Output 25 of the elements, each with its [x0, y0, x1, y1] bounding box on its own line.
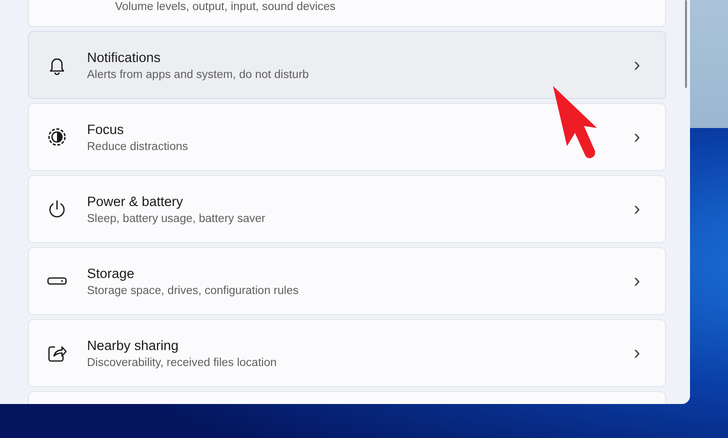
settings-item[interactable]: Nearby sharing Discoverability, received files location ›	[28, 319, 666, 387]
settings-item[interactable]: Power & battery Sleep, battery usage, battery saver ›	[28, 175, 666, 243]
settings-item[interactable]: Storage Storage space, drives, configuration rules ›	[28, 247, 666, 315]
item-title: Nearby sharing	[87, 338, 180, 352]
settings-item[interactable]: Volume levels, output, input, sound devices	[28, 0, 666, 27]
focus-icon	[47, 127, 67, 147]
chevron-icon: ›	[627, 271, 647, 291]
chevron-icon: ›	[627, 199, 647, 219]
settings-item[interactable]: Notifications Alerts from apps and system, do not disturb ›	[28, 31, 666, 99]
item-subtitle: Alerts from apps and system, do not disturb	[87, 68, 310, 80]
settings-item[interactable]: Focus Reduce distractions ›	[28, 103, 666, 171]
item-subtitle: Reduce distractions	[87, 140, 189, 152]
item-subtitle: Discoverability, received files location	[87, 356, 278, 368]
item-subtitle: Sleep, battery usage, battery saver	[87, 212, 266, 224]
item-subtitle: Storage space, drives, configuration rules	[87, 284, 300, 296]
item-title: Focus	[87, 122, 125, 136]
power-icon	[47, 199, 67, 219]
item-title: Storage	[87, 266, 136, 280]
item-title: Notifications	[87, 50, 162, 64]
chevron-icon: ›	[627, 55, 647, 75]
item-title: Power & battery	[87, 194, 184, 208]
scrollbar-thumb[interactable]	[685, 0, 687, 88]
item-subtitle: Volume levels, output, input, sound devices	[115, 0, 336, 14]
chevron-icon: ›	[627, 343, 647, 363]
chevron-icon: ›	[627, 127, 647, 147]
